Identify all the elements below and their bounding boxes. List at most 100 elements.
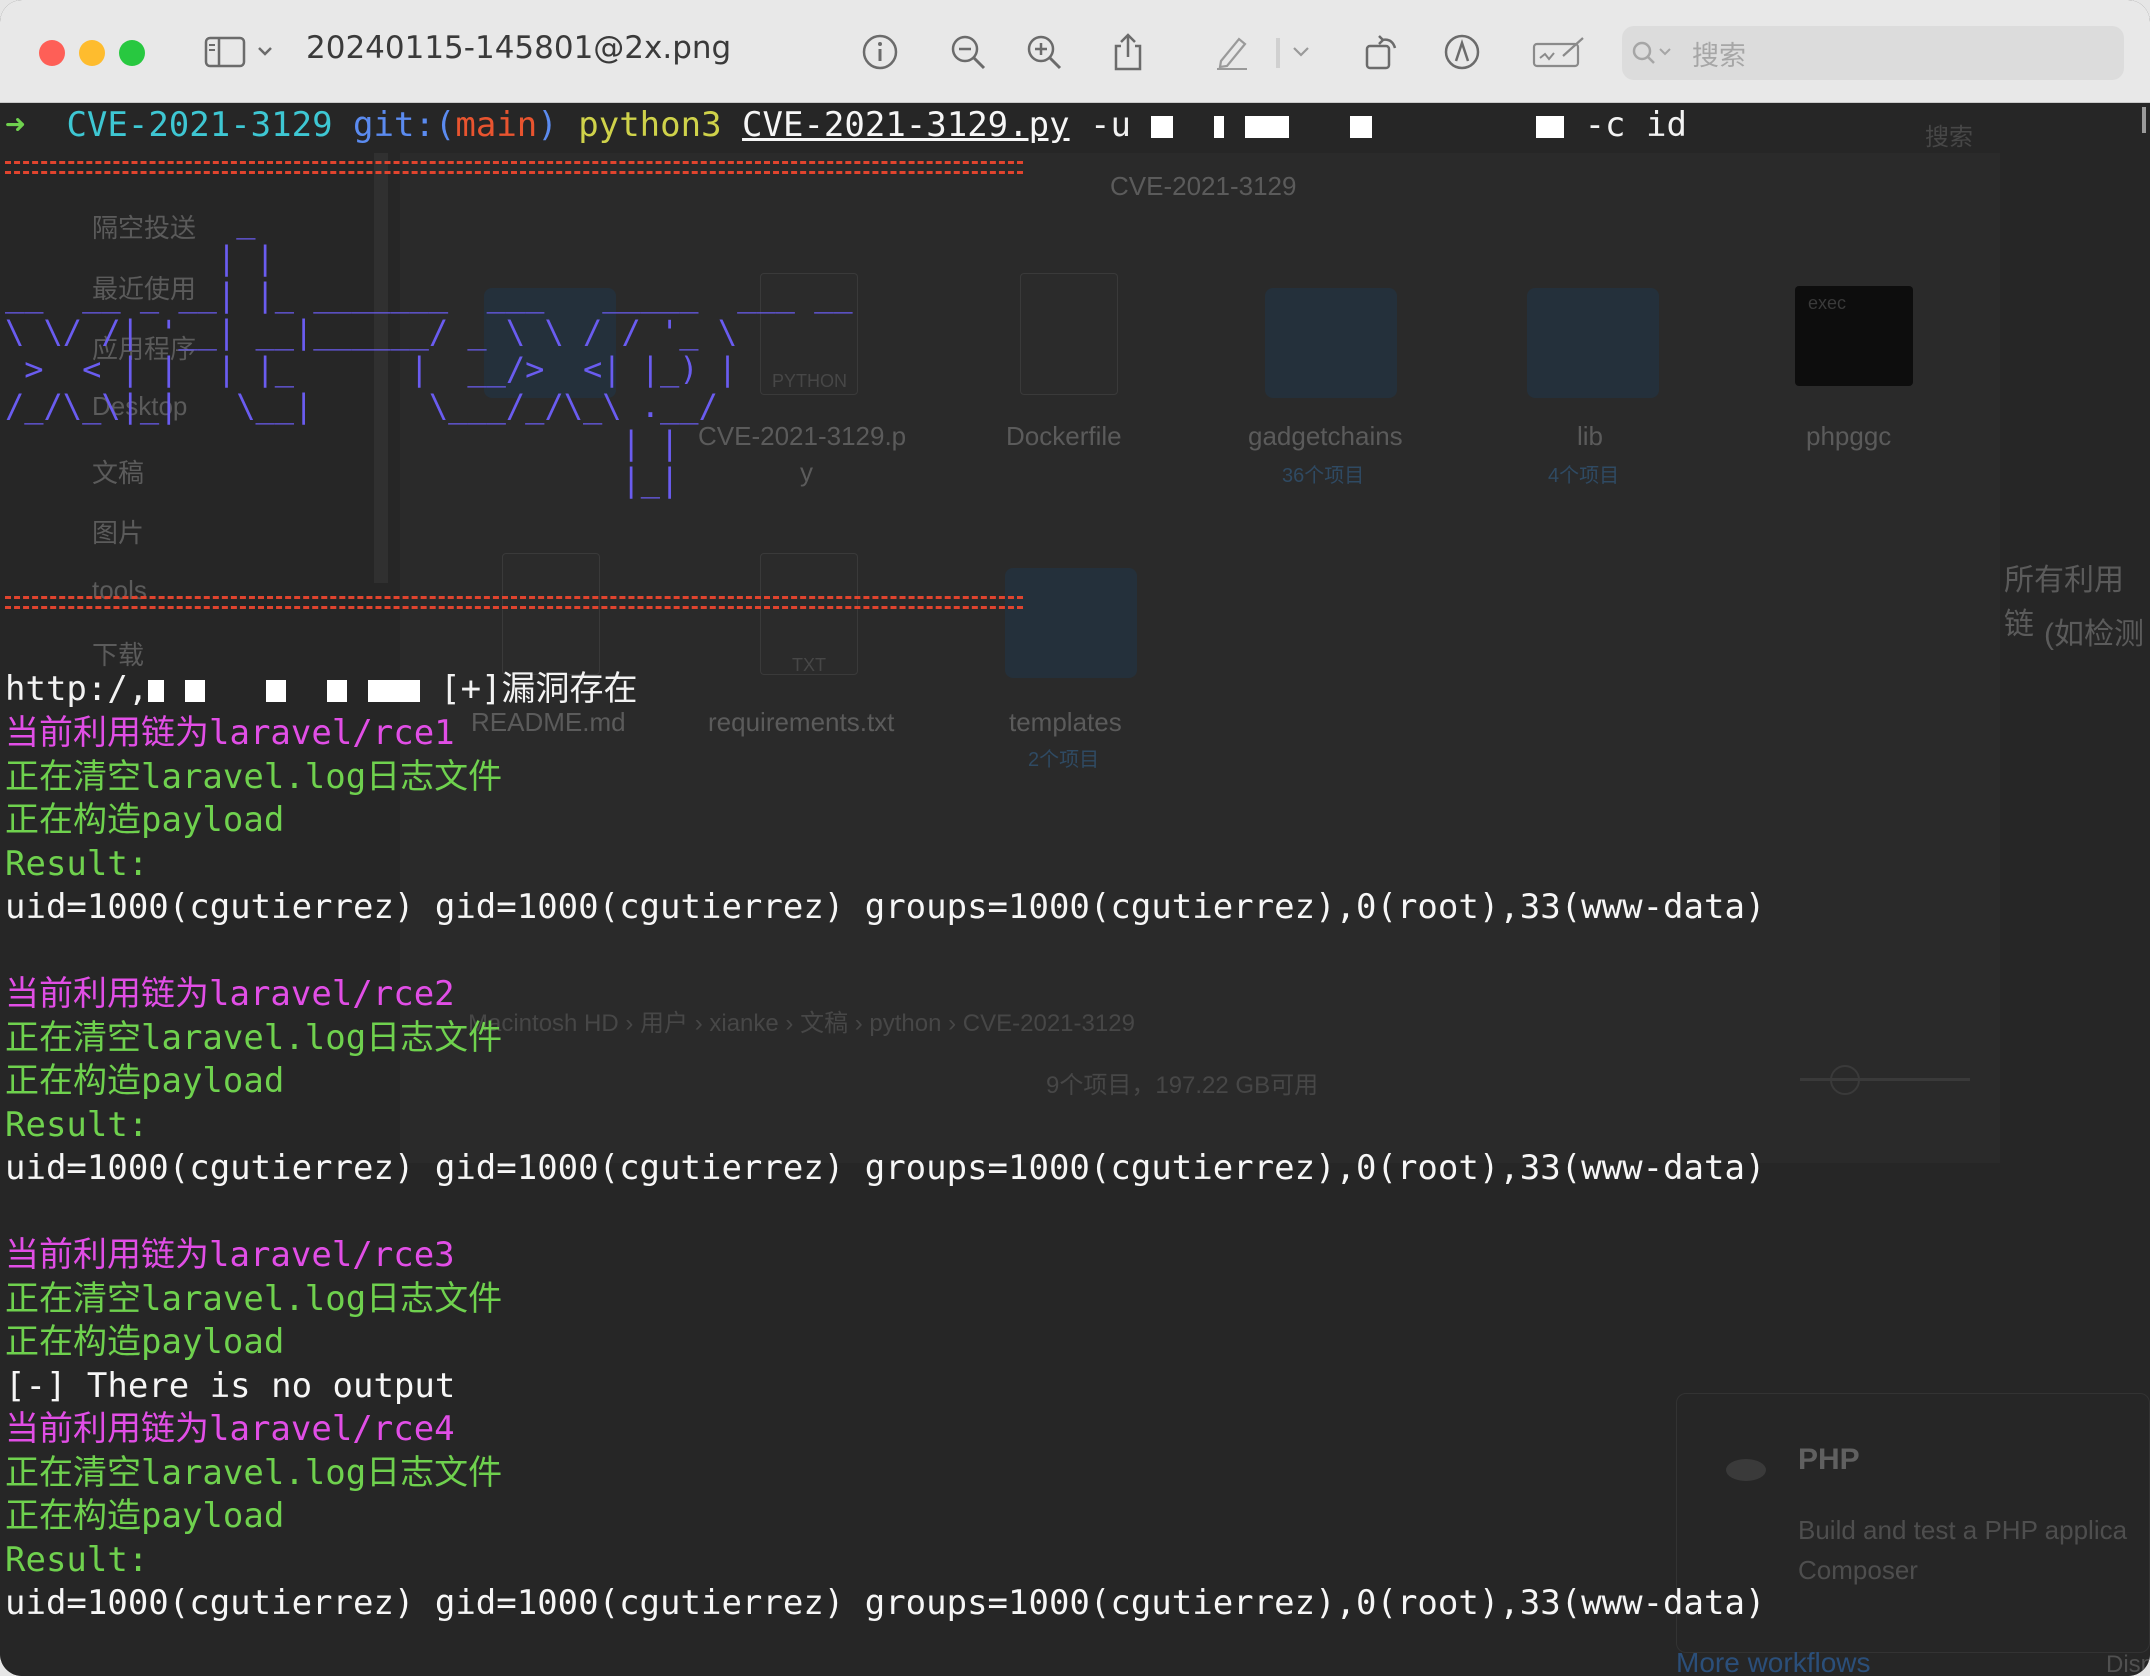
background-card-title: PHP — [1798, 1443, 1860, 1476]
no-output-line: [-] There is no output — [5, 1366, 456, 1406]
result-label: Result: — [5, 1540, 149, 1580]
prompt-directory: CVE-2021-3129 — [66, 105, 333, 145]
background-folder-icon — [1527, 288, 1659, 398]
redaction-block — [327, 679, 348, 702]
terminal-screenshot: CVE-2021-3129 搜索 隔空投送 最近使用 应用程序 Desktop … — [0, 103, 2150, 1676]
redaction-block — [1536, 115, 1565, 138]
background-file-badge: TXT — [792, 655, 826, 675]
pen-icon — [1217, 37, 1247, 70]
redaction-block — [184, 679, 205, 702]
search-field[interactable]: 搜索 — [1622, 26, 2124, 80]
redaction-block — [148, 679, 165, 702]
redaction-block — [367, 679, 420, 702]
toolbar-divider — [1276, 38, 1280, 68]
background-more-workflows-link: More workflows — [1676, 1647, 1871, 1676]
background-slider — [1800, 1078, 1970, 1081]
background-file-name: phpggc — [1806, 421, 1892, 451]
background-folder-icon — [1265, 288, 1397, 398]
rotate-icon — [1365, 35, 1397, 70]
target-url: http:/, — [5, 669, 149, 709]
background-breadcrumb-item: 用户 — [640, 1010, 689, 1037]
background-file-icon — [1020, 273, 1118, 395]
ascii-banner: _ | | __ __ _ __| |_ _______ ___ _____ _… — [5, 203, 853, 499]
prompt-arrow-icon: ➜ — [5, 105, 26, 145]
clear-log-line: 正在清空laravel.log日志文件 — [5, 1279, 503, 1319]
background-dismiss-link: Dismi — [2106, 1651, 2150, 1676]
vulnerability-status: [+]漏洞存在 — [440, 669, 638, 709]
result-label: Result: — [5, 1105, 149, 1145]
zoom-out-icon — [951, 35, 986, 70]
banner-line: | | — [5, 424, 680, 462]
background-item-count: 36个项目 — [1282, 465, 1365, 487]
banner-line: __ __ _ __| |_ _______ ___ _____ ___ __ — [5, 276, 853, 314]
background-card-desc: Composer — [1798, 1555, 1918, 1585]
minimize-window-button[interactable] — [79, 40, 105, 66]
markup-menu-button[interactable] — [1288, 28, 1314, 76]
scrollbar-indicator[interactable] — [2142, 107, 2146, 133]
markup-button[interactable] — [1210, 28, 1254, 76]
separator-line — [5, 596, 1023, 609]
search-placeholder: 搜索 — [1692, 40, 1746, 72]
markup-circle-icon — [1444, 34, 1480, 70]
clear-log-line: 正在清空laravel.log日志文件 — [5, 1018, 503, 1058]
background-folder-icon — [1005, 568, 1137, 678]
background-side-text: (如检测 — [2044, 618, 2144, 651]
info-icon — [862, 34, 898, 70]
chain-line: 当前利用链为laravel/rce2 — [5, 974, 455, 1014]
banner-line: |_| — [5, 461, 680, 499]
banner-line: _ — [5, 202, 256, 240]
share-icon — [1114, 33, 1142, 71]
php-logo-icon — [1726, 1459, 1766, 1481]
redaction-block — [1214, 115, 1225, 138]
background-slider-knob — [1830, 1065, 1860, 1095]
background-breadcrumb: Macintosh HD › 用户 › xianke › 文稿 › python… — [468, 1010, 1135, 1037]
redaction-block — [1151, 115, 1174, 138]
background-status: 9个项目，197.22 GB可用 — [1046, 1072, 1319, 1099]
background-card-desc: Build and test a PHP applica — [1798, 1515, 2128, 1545]
clear-log-line: 正在清空laravel.log日志文件 — [5, 1453, 503, 1493]
background-breadcrumb-item: python — [869, 1010, 942, 1037]
command-output: uid=1000(cgutierrez) gid=1000(cgutierrez… — [5, 887, 1766, 927]
result-label: Result: — [5, 844, 149, 884]
command-script: CVE-2021-3129.py — [742, 105, 1070, 145]
background-breadcrumb-item: 文稿 — [800, 1010, 849, 1037]
share-button[interactable] — [1106, 28, 1150, 76]
title-bar: 20240115-145801@2x.png 搜索 — [0, 0, 2150, 103]
close-window-button[interactable] — [39, 40, 65, 66]
build-payload-line: 正在构造payload — [5, 1496, 285, 1536]
chain-line: 当前利用链为laravel/rce1 — [5, 713, 455, 753]
background-breadcrumb-item: xianke — [709, 1010, 779, 1037]
background-file-icon — [502, 553, 600, 675]
zoom-in-button[interactable] — [1022, 28, 1066, 76]
zoom-window-button[interactable] — [119, 40, 145, 66]
background-file-name: lib — [1577, 421, 1604, 451]
banner-line: /_/\_\|_| \__| \___/_/\_\ .__/ — [5, 387, 718, 425]
flag-u: -u — [1090, 105, 1131, 145]
zoom-out-button[interactable] — [946, 28, 990, 76]
sidebar-toggle-button[interactable] — [200, 28, 280, 76]
build-payload-line: 正在构造payload — [5, 800, 285, 840]
background-item-count: 2个项目 — [1028, 749, 1100, 771]
git-prefix: git:( — [353, 105, 456, 145]
background-file-name: requirements.txt — [708, 707, 895, 737]
clear-log-line: 正在清空laravel.log日志文件 — [5, 757, 503, 797]
search-icon — [1632, 41, 1671, 64]
background-sidebar-item: 图片 — [92, 518, 145, 548]
redaction-block — [1244, 115, 1289, 138]
background-path-title: CVE-2021-3129 — [1110, 171, 1297, 201]
redaction-block — [1350, 115, 1373, 138]
command-output: uid=1000(cgutierrez) gid=1000(cgutierrez… — [5, 1148, 1766, 1188]
info-button[interactable] — [858, 28, 902, 76]
background-file-name: README.md — [471, 707, 626, 737]
background-search: 搜索 — [1925, 124, 1973, 151]
redaction-block — [266, 679, 287, 702]
banner-line: \ \/ /| '__| __|______/ _ \ \ / / '_ \ — [5, 313, 738, 351]
rotate-button[interactable] — [1360, 28, 1404, 76]
zoom-in-icon — [1027, 35, 1062, 70]
separator-line — [5, 161, 1023, 174]
preview-window: 20240115-145801@2x.png 搜索 CVE-2021-3129 … — [0, 0, 2150, 1676]
banner-line: > < | | | |_ | __/> <| |_) | — [5, 350, 738, 388]
build-payload-line: 正在构造payload — [5, 1061, 285, 1101]
sign-button[interactable] — [1530, 28, 1586, 76]
annotate-button[interactable] — [1440, 28, 1484, 76]
